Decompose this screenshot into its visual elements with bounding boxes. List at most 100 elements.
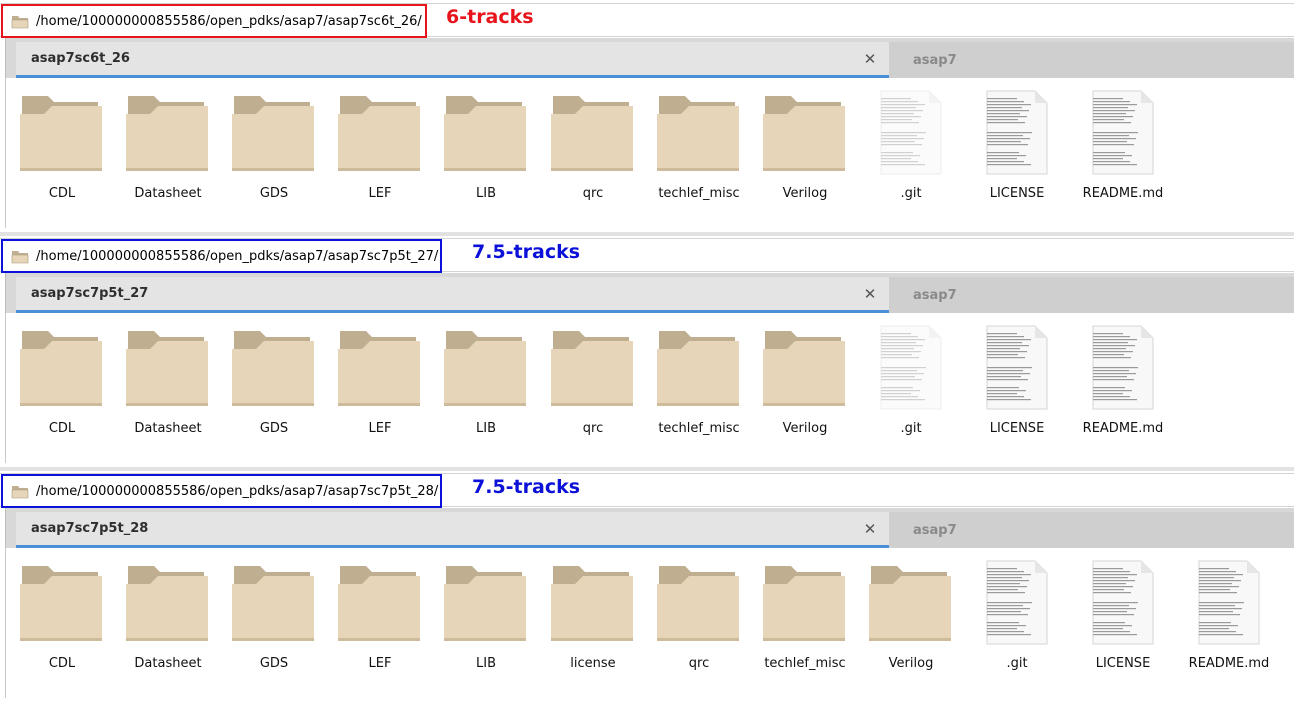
tab-label: asap7 xyxy=(913,52,957,68)
item-label: LICENSE xyxy=(989,421,1045,436)
item-label: LICENSE xyxy=(1095,656,1151,671)
location-path[interactable]: /home/100000000855586/open_pdks/asap7/as… xyxy=(36,249,438,264)
folder-icon xyxy=(11,484,29,499)
folder-item[interactable]: CDL xyxy=(9,88,115,213)
location-bar[interactable]: /home/100000000855586/open_pdks/asap7/as… xyxy=(0,473,1294,508)
folder-icon xyxy=(18,88,106,178)
file-item[interactable]: README.md xyxy=(1070,323,1176,448)
folder-item[interactable]: license xyxy=(540,558,646,683)
folder-item[interactable]: GDS xyxy=(221,558,327,683)
location-bar[interactable]: /home/100000000855586/open_pdks/asap7/as… xyxy=(0,238,1294,273)
folder-icon xyxy=(230,558,318,648)
folder-item[interactable]: qrc xyxy=(540,88,646,213)
file-item[interactable]: README.md xyxy=(1070,88,1176,213)
folder-item[interactable]: LEF xyxy=(327,558,433,683)
document-icon xyxy=(973,558,1061,648)
folder-icon xyxy=(549,558,637,648)
file-item[interactable]: .git xyxy=(964,558,1070,683)
folder-item[interactable]: qrc xyxy=(540,323,646,448)
pane-edge xyxy=(5,313,6,463)
folder-item[interactable]: qrc xyxy=(646,558,752,683)
tab-active[interactable]: asap7sc6t_26 ✕ xyxy=(16,42,889,78)
folder-icon xyxy=(11,14,29,29)
folder-item[interactable]: LIB xyxy=(433,558,539,683)
close-icon[interactable]: ✕ xyxy=(863,287,877,302)
tab-label: asap7sc6t_26 xyxy=(31,51,130,66)
item-label: license xyxy=(570,656,616,671)
folder-icon xyxy=(442,558,530,648)
item-label: techlef_misc xyxy=(764,656,846,671)
tab-inactive[interactable]: asap7 xyxy=(889,512,1294,548)
tab-inactive[interactable]: asap7 xyxy=(889,277,1294,313)
folder-icon xyxy=(124,558,212,648)
file-item[interactable]: LICENSE xyxy=(1070,558,1176,683)
folder-icon xyxy=(336,88,424,178)
folder-item[interactable]: techlef_misc xyxy=(646,88,752,213)
folder-item[interactable]: LEF xyxy=(327,323,433,448)
folder-item[interactable]: Datasheet xyxy=(115,88,221,213)
tab-label: asap7 xyxy=(913,522,957,538)
pane-edge xyxy=(5,78,6,228)
item-label: Verilog xyxy=(782,186,828,201)
file-manager-section: /home/100000000855586/open_pdks/asap7/as… xyxy=(0,470,1294,705)
folder-item[interactable]: Datasheet xyxy=(115,323,221,448)
folder-item[interactable]: CDL xyxy=(9,323,115,448)
tab-active[interactable]: asap7sc7p5t_27 ✕ xyxy=(16,277,889,313)
folder-item[interactable]: Datasheet xyxy=(115,558,221,683)
file-item[interactable]: .git xyxy=(858,323,964,448)
item-label: LIB xyxy=(476,656,496,671)
location-path[interactable]: /home/100000000855586/open_pdks/asap7/as… xyxy=(36,484,438,499)
folder-icon xyxy=(18,323,106,413)
item-label: Datasheet xyxy=(134,421,202,436)
folder-item[interactable]: GDS xyxy=(221,323,327,448)
item-label: .git xyxy=(1006,656,1028,671)
location-bar[interactable]: /home/100000000855586/open_pdks/asap7/as… xyxy=(0,3,1294,38)
close-icon[interactable]: ✕ xyxy=(863,522,877,537)
folder-icon xyxy=(655,558,743,648)
file-item[interactable]: .git xyxy=(858,88,964,213)
item-label: LEF xyxy=(368,656,392,671)
folder-icon xyxy=(230,323,318,413)
location-highlight-box: /home/100000000855586/open_pdks/asap7/as… xyxy=(1,4,427,38)
tab-active[interactable]: asap7sc7p5t_28 ✕ xyxy=(16,512,889,548)
folder-item[interactable]: Verilog xyxy=(752,323,858,448)
document-icon xyxy=(867,323,955,413)
folder-item[interactable]: techlef_misc xyxy=(646,323,752,448)
folder-icon xyxy=(655,88,743,178)
document-icon xyxy=(973,323,1061,413)
folder-icon xyxy=(867,558,955,648)
item-label: GDS xyxy=(259,656,289,671)
tab-bar: asap7sc7p5t_27 ✕ asap7 xyxy=(5,273,1294,313)
tab-bar: asap7sc7p5t_28 ✕ asap7 xyxy=(5,508,1294,548)
close-icon[interactable]: ✕ xyxy=(863,52,877,67)
item-label: GDS xyxy=(259,186,289,201)
item-label: GDS xyxy=(259,421,289,436)
folder-icon xyxy=(761,88,849,178)
item-label: LIB xyxy=(476,186,496,201)
tab-label: asap7sc7p5t_28 xyxy=(31,521,149,536)
document-icon xyxy=(1079,323,1167,413)
folder-icon xyxy=(549,323,637,413)
document-icon xyxy=(973,88,1061,178)
item-label: README.md xyxy=(1188,656,1270,671)
tab-bar: asap7sc6t_26 ✕ asap7 xyxy=(5,38,1294,78)
folder-item[interactable]: techlef_misc xyxy=(752,558,858,683)
track-annotation: 7.5-tracks xyxy=(472,476,581,498)
folder-item[interactable]: CDL xyxy=(9,558,115,683)
folder-item[interactable]: Verilog xyxy=(858,558,964,683)
folder-icon xyxy=(336,558,424,648)
file-item[interactable]: LICENSE xyxy=(964,88,1070,213)
file-item[interactable]: README.md xyxy=(1176,558,1282,683)
file-manager-section: /home/100000000855586/open_pdks/asap7/as… xyxy=(0,235,1294,470)
folder-item[interactable]: LIB xyxy=(433,88,539,213)
folder-icon xyxy=(442,323,530,413)
folder-icon xyxy=(124,88,212,178)
file-item[interactable]: LICENSE xyxy=(964,323,1070,448)
folder-item[interactable]: LIB xyxy=(433,323,539,448)
folder-item[interactable]: GDS xyxy=(221,88,327,213)
folder-item[interactable]: Verilog xyxy=(752,88,858,213)
folder-item[interactable]: LEF xyxy=(327,88,433,213)
tab-inactive[interactable]: asap7 xyxy=(889,42,1294,78)
tab-label: asap7sc7p5t_27 xyxy=(31,286,149,301)
location-path[interactable]: /home/100000000855586/open_pdks/asap7/as… xyxy=(36,14,422,29)
